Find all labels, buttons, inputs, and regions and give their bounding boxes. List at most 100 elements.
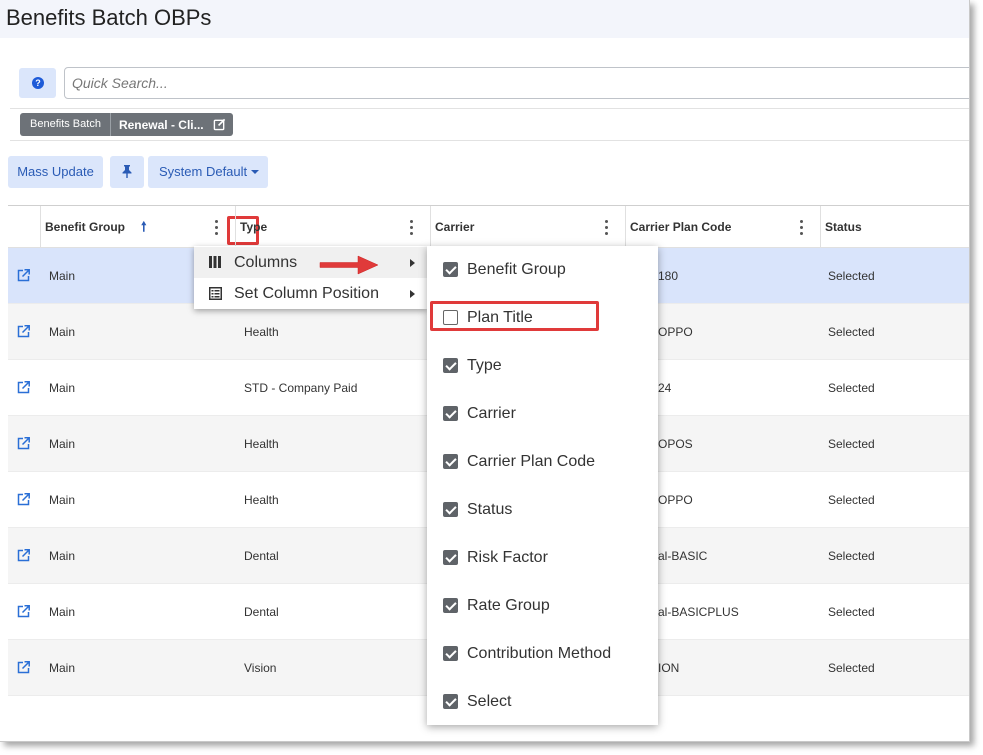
chevron-right-icon: [410, 290, 415, 298]
checkbox[interactable]: [443, 358, 458, 373]
breadcrumb-benefits-batch[interactable]: Benefits Batch: [20, 113, 111, 136]
cell-benefit-group: Main: [49, 381, 76, 395]
column-toggle-risk-factor[interactable]: Risk Factor: [427, 534, 658, 582]
open-record-icon[interactable]: [17, 640, 33, 696]
column-toggle-contribution-method[interactable]: Contribution Method: [427, 630, 658, 678]
checkbox[interactable]: [443, 502, 458, 517]
quick-search-input[interactable]: [64, 67, 969, 99]
column-toggle-label: Contribution Method: [467, 645, 612, 662]
cell-benefit-group: Main: [49, 437, 76, 451]
column-toggle-label: Select: [467, 693, 512, 710]
title-bar: Benefits Batch OBPs: [0, 0, 969, 38]
column-toggle-label: Benefit Group: [467, 261, 566, 278]
cell-carrier-plan-code: al-BASICPLUS: [658, 605, 739, 619]
header-select: [8, 206, 40, 248]
help-circle-icon: ?: [32, 77, 44, 89]
help-button[interactable]: ?: [19, 68, 56, 98]
column-toggle-select[interactable]: Select: [427, 678, 658, 726]
cell-benefit-group: Main: [49, 269, 76, 283]
header-label: Carrier Plan Code: [630, 220, 732, 234]
checkbox[interactable]: [443, 406, 458, 421]
cell-status: Selected: [828, 269, 875, 283]
checkbox[interactable]: [443, 454, 458, 469]
column-toggle-type[interactable]: Type: [427, 342, 658, 390]
breadcrumb-renewal[interactable]: Renewal - Cli...: [110, 113, 233, 136]
header-label: Status: [825, 220, 862, 234]
cell-type: Health: [244, 493, 279, 507]
open-record-icon[interactable]: [17, 528, 33, 584]
column-menu-icon[interactable]: [605, 220, 609, 235]
open-record-icon[interactable]: [17, 472, 33, 528]
cell-status: Selected: [828, 661, 875, 675]
column-toggle-label: Carrier Plan Code: [467, 453, 596, 470]
checkbox[interactable]: [443, 646, 458, 661]
column-toggle-carrier[interactable]: Carrier: [427, 390, 658, 438]
annotation-arrow-icon: [319, 255, 379, 275]
cell-benefit-group: Main: [49, 549, 76, 563]
cell-carrier-plan-code: 24: [658, 381, 672, 395]
cell-type: STD - Company Paid: [244, 381, 358, 395]
edit-icon[interactable]: [213, 118, 226, 131]
open-record-icon[interactable]: [17, 584, 33, 640]
header-benefit-group[interactable]: Benefit Group 🠕: [40, 206, 259, 248]
cell-status: Selected: [828, 381, 875, 395]
cell-type: Dental: [244, 549, 279, 563]
cell-status: Selected: [828, 325, 875, 339]
annotation-highlight: [430, 301, 599, 331]
menu-item-label: Set Column Position: [234, 285, 379, 302]
cell-type: Vision: [244, 661, 277, 675]
column-toggle-carrier-plan-code[interactable]: Carrier Plan Code: [427, 438, 658, 486]
breadcrumb: Benefits Batch Renewal - Cli...: [20, 113, 233, 136]
checkbox[interactable]: [443, 550, 458, 565]
cell-carrier-plan-code: OPPO: [658, 325, 693, 339]
menu-item-set-column-position[interactable]: Set Column Position: [194, 278, 427, 309]
cell-status: Selected: [828, 437, 875, 451]
column-menu-icon[interactable]: [410, 220, 414, 235]
column-toggle-label: Risk Factor: [467, 549, 548, 566]
open-record-icon[interactable]: [17, 248, 33, 304]
column-toggle-rate-group[interactable]: Rate Group: [427, 582, 658, 630]
app-window: Benefits Batch OBPs ? Benefits Batch Ren…: [0, 0, 970, 742]
header-status[interactable]: Status: [820, 206, 969, 248]
columns-submenu: Benefit Group Plan Title Type Carrier Carrie…: [427, 246, 658, 725]
menu-item-label: Columns: [234, 254, 298, 271]
cell-benefit-group: Main: [49, 493, 76, 507]
grid-header: Benefit Group 🠕 Type Carrier Carrier Pla…: [8, 206, 969, 248]
cell-benefit-group: Main: [49, 605, 76, 619]
cell-benefit-group: Main: [49, 325, 76, 339]
divider: [10, 140, 969, 141]
header-label: Carrier: [435, 220, 475, 234]
open-record-icon[interactable]: [17, 360, 33, 416]
column-toggle-label: Carrier: [467, 405, 516, 422]
checkbox[interactable]: [443, 694, 458, 709]
header-carrier-plan-code[interactable]: Carrier Plan Code: [625, 206, 820, 248]
list-icon: [209, 287, 222, 300]
column-menu-icon[interactable]: [800, 220, 804, 235]
sort-ascending-icon[interactable]: 🠕: [141, 206, 147, 248]
chevron-down-icon: [251, 170, 259, 174]
column-toggle-benefit-group[interactable]: Benefit Group: [427, 246, 658, 294]
view-select[interactable]: System Default: [148, 156, 268, 188]
column-menu-icon[interactable]: [215, 220, 219, 235]
column-toggle-label: Type: [467, 357, 502, 374]
cell-carrier-plan-code: al-BASIC: [658, 549, 708, 563]
open-record-icon[interactable]: [17, 416, 33, 472]
cell-carrier-plan-code: OPPO: [658, 493, 693, 507]
header-type[interactable]: Type: [235, 206, 430, 248]
column-toggle-label: Rate Group: [467, 597, 550, 614]
header-label: Type: [240, 220, 268, 234]
mass-update-button[interactable]: Mass Update: [8, 156, 103, 188]
cell-type: Dental: [244, 605, 279, 619]
column-toggle-status[interactable]: Status: [427, 486, 658, 534]
header-carrier[interactable]: Carrier: [430, 206, 625, 248]
open-record-icon[interactable]: [17, 304, 33, 360]
cell-status: Selected: [828, 549, 875, 563]
cell-status: Selected: [828, 493, 875, 507]
view-select-label: System Default: [159, 164, 248, 179]
pin-button[interactable]: [110, 156, 144, 188]
columns-icon: [209, 256, 221, 268]
menu-item-columns[interactable]: Columns: [194, 247, 427, 278]
checkbox[interactable]: [443, 262, 458, 277]
checkbox[interactable]: [443, 598, 458, 613]
column-toggle-label: Status: [467, 501, 513, 518]
